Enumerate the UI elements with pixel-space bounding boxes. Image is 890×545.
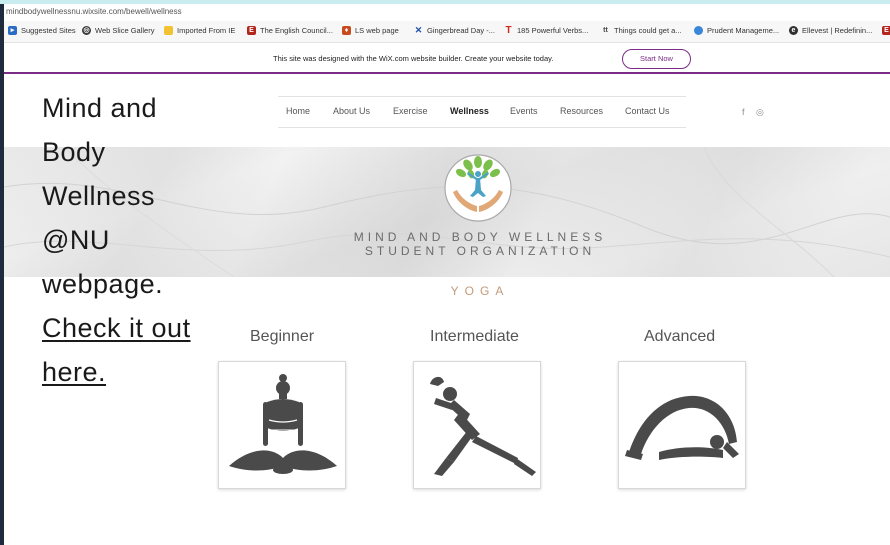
nav-about-us[interactable]: About Us — [333, 106, 370, 116]
caption-line: webpage. — [42, 269, 164, 299]
wix-banner: This site was designed with the WiX.com … — [4, 44, 890, 74]
level-advanced: Advanced — [644, 328, 716, 345]
site-nav: Home About Us Exercise Wellness Events R… — [278, 96, 686, 128]
suggested-sites-icon: ▸ — [8, 26, 17, 35]
caption-line: Mind and — [42, 93, 158, 123]
folder-icon — [164, 26, 173, 35]
org-name-line2: STUDENT ORGANIZATION — [364, 244, 596, 258]
wix-banner-message: This site was designed with the WiX.com … — [273, 54, 554, 63]
section-title: YOGA — [450, 284, 510, 298]
org-logo — [443, 150, 513, 226]
x-icon: ✕ — [414, 25, 423, 35]
bookmark-powerful-verbs[interactable]: T 185 Powerful Verbs... — [504, 25, 589, 36]
bookmark-label: Web Slice Gallery — [95, 26, 155, 35]
lunge-twist-pose-icon — [430, 376, 536, 476]
nav-home[interactable]: Home — [286, 106, 310, 116]
level-intermediate: Intermediate — [430, 328, 519, 345]
bookmark-ellevest[interactable]: e Ellevest | Redefinin... — [789, 26, 872, 35]
caption-line: @NU — [42, 225, 110, 255]
beginner-pose-card[interactable] — [218, 361, 346, 489]
bookmark-overflow[interactable]: E — [882, 26, 890, 35]
bookmark-gingerbread[interactable]: ✕ Gingerbread Day -... — [414, 25, 495, 36]
org-name-line1: MIND AND BODY WELLNESS — [353, 230, 607, 244]
bookmark-imported-ie[interactable]: Imported From IE — [164, 26, 235, 35]
org-name: MIND AND BODY WELLNESS STUDENT ORGANIZAT… — [300, 230, 660, 258]
advanced-pose-card[interactable] — [618, 361, 746, 489]
bookmark-label: The English Council... — [260, 26, 333, 35]
nav-resources[interactable]: Resources — [560, 106, 603, 116]
ellevest-icon: e — [789, 26, 798, 35]
seated-butterfly-pose-icon — [229, 374, 337, 474]
check-it-out-link[interactable]: Check it out — [42, 306, 232, 350]
tt-icon: tt — [603, 27, 608, 34]
ec-icon: E — [247, 26, 256, 35]
t-icon: T — [505, 25, 512, 36]
url-text[interactable]: mindbodywellnessnu.wixsite.com/bewell/we… — [6, 7, 182, 16]
nav-events[interactable]: Events — [510, 106, 538, 116]
address-bar[interactable]: mindbodywellnessnu.wixsite.com/bewell/we… — [4, 4, 890, 21]
facebook-icon[interactable]: f — [742, 107, 745, 117]
globe-icon — [694, 26, 703, 35]
caption-line: Wellness — [42, 181, 156, 211]
bookmark-label: Suggested Sites — [21, 26, 76, 35]
bookmark-label: Ellevest | Redefinin... — [802, 26, 873, 35]
nav-wellness[interactable]: Wellness — [450, 106, 489, 116]
start-now-button[interactable]: Start Now — [622, 49, 691, 69]
bookmark-label: LS web page — [355, 26, 399, 35]
level-beginner: Beginner — [250, 328, 315, 345]
web-slice-icon: ◎ — [82, 26, 91, 35]
instagram-icon[interactable]: ◎ — [756, 107, 764, 118]
nav-contact-us[interactable]: Contact Us — [625, 106, 670, 116]
caption-line: Body — [42, 137, 106, 167]
caption-text: Mind and Body Wellness @NU webpage. Chec… — [42, 86, 232, 394]
bookmark-ls-web-page[interactable]: ♦ LS web page — [342, 26, 399, 35]
lotus-hands-icon — [444, 154, 512, 222]
bookmark-things-could-get[interactable]: tt Things could get a... — [601, 26, 682, 35]
here-link[interactable]: here. — [42, 350, 232, 394]
bookmark-label: 185 Powerful Verbs... — [517, 26, 589, 35]
bookmark-label: Prudent Manageme... — [707, 26, 780, 35]
bookmark-label: Things could get a... — [614, 26, 682, 35]
bookmark-label: Imported From IE — [177, 26, 236, 35]
intermediate-pose-card[interactable] — [413, 361, 541, 489]
bookmark-prudent[interactable]: Prudent Manageme... — [694, 26, 779, 35]
overflow-bookmark-icon: E — [882, 26, 890, 35]
bookmarks-bar: ▸ Suggested Sites ◎ Web Slice Gallery Im… — [4, 21, 890, 43]
bookmark-web-slice[interactable]: ◎ Web Slice Gallery — [82, 26, 154, 35]
ls-icon: ♦ — [342, 26, 351, 35]
bookmark-english-council[interactable]: E The English Council... — [247, 26, 333, 35]
bookmark-suggested-sites[interactable]: ▸ Suggested Sites — [8, 26, 76, 35]
bookmark-label: Gingerbread Day -... — [427, 26, 495, 35]
nav-exercise[interactable]: Exercise — [393, 106, 428, 116]
pigeon-backbend-pose-icon — [625, 395, 739, 460]
